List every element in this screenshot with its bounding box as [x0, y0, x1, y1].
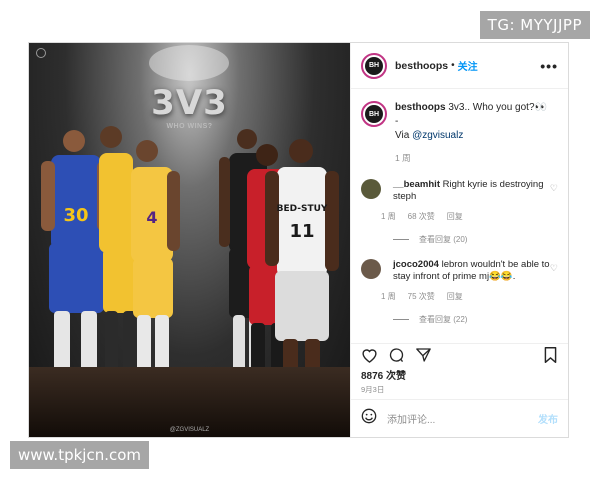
follow-button[interactable]: 关注: [458, 58, 478, 73]
comment-like-heart-icon[interactable]: ♡: [550, 263, 558, 274]
watermark-bottom: www.tpkjcn.com: [10, 441, 150, 469]
view-replies-label[interactable]: 查看回复 (20): [419, 234, 467, 245]
reply-button[interactable]: 回复: [447, 291, 463, 302]
jersey-number-kobe: 4: [146, 208, 157, 227]
post-sidebar: BH besthoops • 关注 ••• BH besthoops 3v3..…: [350, 43, 568, 437]
comment-username[interactable]: __beamhit: [393, 179, 440, 190]
comment-input[interactable]: 添加评论...: [387, 411, 435, 426]
emoji-icon[interactable]: [361, 408, 377, 429]
caption-text: 3v3.. Who you got?👀: [448, 102, 547, 113]
replies-line: [393, 319, 409, 320]
jersey-number-kyrie: 11: [289, 221, 314, 242]
replies-line: [393, 239, 409, 240]
watermark-top: TG: MYYJJPP: [479, 11, 590, 39]
post-comment-button[interactable]: 发布: [538, 411, 558, 426]
caption-username[interactable]: besthoops: [395, 102, 446, 113]
bookmark-icon[interactable]: [543, 347, 558, 368]
comment-likes[interactable]: 75 次赞: [408, 291, 435, 302]
reply-button[interactable]: 回复: [447, 211, 463, 222]
comment-username[interactable]: jcoco2004: [393, 259, 439, 270]
comment-item: jcoco2004 lebron wouldn't be able to sta…: [351, 259, 568, 302]
post-header: BH besthoops • 关注 •••: [351, 43, 568, 89]
post-caption: BH besthoops 3v3.. Who you got?👀 - Via @…: [351, 89, 568, 165]
view-replies[interactable]: 查看回复 (22): [351, 314, 568, 325]
share-send-icon[interactable]: [415, 347, 432, 368]
author-username[interactable]: besthoops: [395, 60, 448, 72]
jersey-team-text: BED-STUY: [277, 204, 328, 214]
likes-count[interactable]: 8876 次赞: [361, 367, 406, 382]
instagram-post: 3V3 WHO WINS? 30 4 BED-STUY 11 @ZGVISUAL…: [28, 42, 569, 438]
post-date: 9月3日: [361, 385, 385, 394]
caption-via: Via @zgvisualz: [395, 130, 464, 141]
comment-time[interactable]: 1 周: [381, 211, 396, 222]
author-avatar[interactable]: BH: [361, 52, 387, 79]
comment-bubble-icon[interactable]: [388, 347, 405, 368]
add-comment-bar: 添加评论... 发布: [351, 399, 568, 437]
commenter-avatar[interactable]: [361, 179, 381, 199]
post-image[interactable]: 3V3 WHO WINS? 30 4 BED-STUY 11 @ZGVISUAL…: [29, 43, 350, 437]
view-replies-label[interactable]: 查看回复 (22): [419, 314, 467, 325]
comment-item: __beamhit Right kyrie is destroying step…: [351, 179, 568, 222]
view-replies[interactable]: 查看回复 (20): [351, 234, 568, 245]
more-options-icon[interactable]: •••: [540, 58, 558, 74]
via-mention-link[interactable]: @zgvisualz: [412, 130, 463, 141]
comment-like-heart-icon[interactable]: ♡: [550, 183, 558, 194]
separator-dot: •: [451, 60, 455, 71]
caption-time: 1 周: [395, 153, 411, 163]
image-credit: @ZGVISUALZ: [169, 427, 210, 433]
jersey-number-steph: 30: [63, 205, 88, 226]
like-heart-icon[interactable]: [361, 347, 378, 368]
comment-likes[interactable]: 68 次赞: [408, 211, 435, 222]
caption-dash: -: [395, 116, 399, 127]
caption-avatar[interactable]: BH: [361, 101, 387, 127]
commenter-avatar[interactable]: [361, 259, 381, 279]
comment-time[interactable]: 1 周: [381, 291, 396, 302]
jersey-labels: 30 4 BED-STUY 11: [63, 204, 328, 242]
avatar-logo: BH: [365, 56, 383, 75]
avatar-logo: BH: [365, 105, 383, 123]
